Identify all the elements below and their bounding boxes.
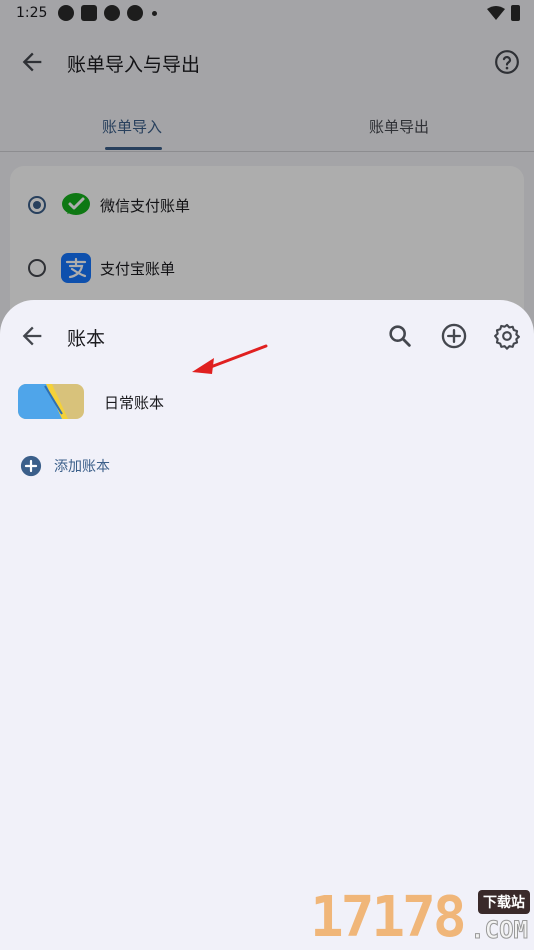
- gear-icon[interactable]: [493, 322, 521, 350]
- search-icon[interactable]: [386, 322, 414, 350]
- sheet-title: 账本: [67, 328, 106, 350]
- ledger-name: 日常账本: [104, 394, 165, 412]
- ledger-item[interactable]: 日常账本: [18, 384, 518, 420]
- ledger-bottom-sheet: 账本 日常账本 添加账本: [0, 300, 534, 950]
- ledger-cover-image: [18, 384, 84, 419]
- arrow-left-icon[interactable]: [18, 322, 46, 350]
- watermark-suffix: .COM: [470, 916, 529, 945]
- add-circle-icon[interactable]: [440, 322, 468, 350]
- watermark-digits: 17178: [310, 885, 467, 950]
- add-ledger-button[interactable]: 添加账本: [20, 453, 110, 479]
- add-circle-filled-icon: [20, 455, 42, 477]
- site-watermark: 17178 下载站 .COM: [310, 886, 532, 950]
- annotation-arrow-icon: [192, 344, 268, 374]
- add-ledger-label: 添加账本: [54, 459, 110, 475]
- watermark-badge: 下载站: [478, 890, 530, 914]
